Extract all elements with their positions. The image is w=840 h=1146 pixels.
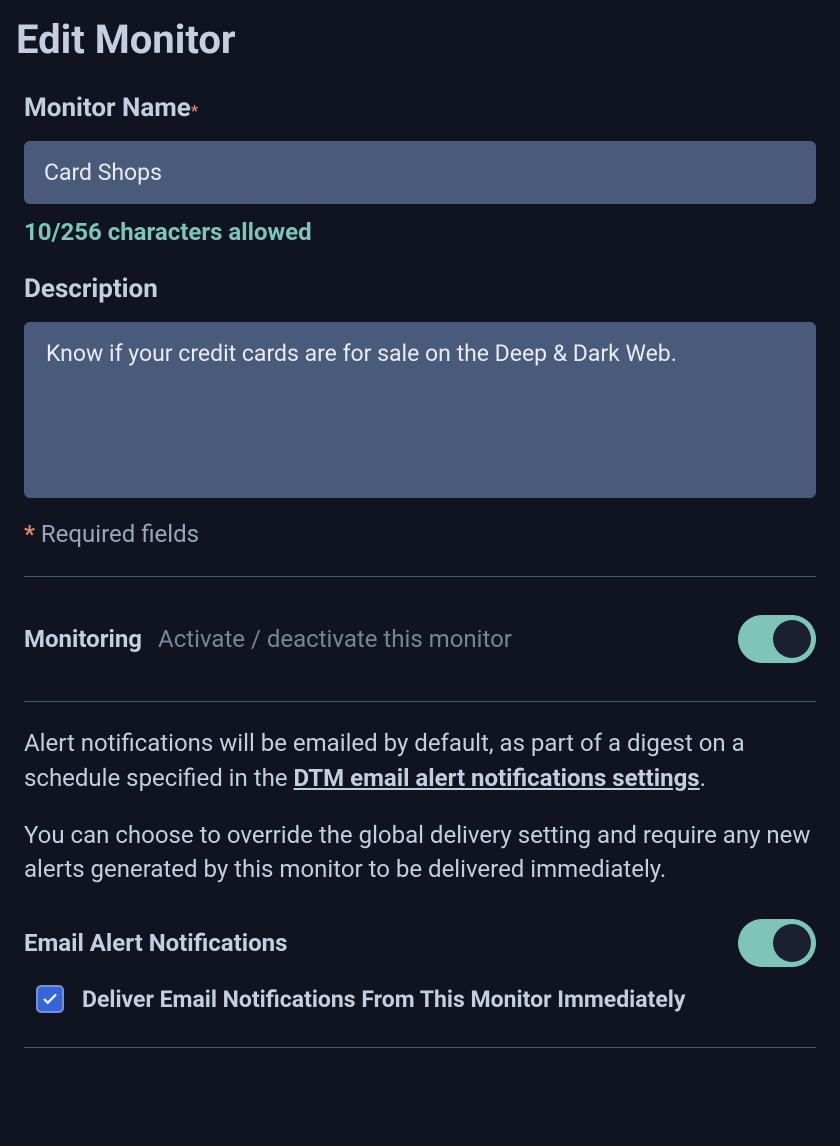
edit-monitor-form: Monitor Name* 10/256 characters allowed … bbox=[16, 93, 824, 1048]
monitor-name-label-row: Monitor Name* bbox=[24, 93, 816, 141]
alert-info-paragraph-1: Alert notifications will be emailed by d… bbox=[24, 726, 816, 796]
required-fields-note: * Required fields bbox=[24, 520, 816, 548]
monitoring-hint: Activate / deactivate this monitor bbox=[158, 625, 512, 653]
section-divider bbox=[24, 701, 816, 702]
deliver-immediately-checkbox[interactable] bbox=[36, 985, 64, 1013]
monitor-name-label: Monitor Name bbox=[24, 93, 191, 123]
required-asterisk-icon: * bbox=[24, 520, 35, 548]
section-divider bbox=[24, 1047, 816, 1048]
monitoring-toggle-row: Monitoring Activate / deactivate this mo… bbox=[24, 601, 816, 677]
deliver-immediately-row: Deliver Email Notifications From This Mo… bbox=[24, 985, 816, 1013]
monitoring-label: Monitoring bbox=[24, 625, 142, 653]
monitoring-label-group: Monitoring Activate / deactivate this mo… bbox=[24, 625, 512, 653]
required-asterisk-icon: * bbox=[191, 101, 198, 120]
deliver-immediately-label: Deliver Email Notifications From This Mo… bbox=[82, 986, 685, 1013]
section-divider bbox=[24, 576, 816, 577]
description-label: Description bbox=[24, 274, 158, 304]
alert-info-paragraph-2: You can choose to override the global de… bbox=[24, 818, 816, 888]
monitoring-toggle[interactable] bbox=[738, 615, 816, 663]
alert-info-suffix: . bbox=[700, 764, 706, 792]
description-textarea[interactable]: Know if your credit cards are for sale o… bbox=[24, 322, 816, 498]
email-notifications-label: Email Alert Notifications bbox=[24, 929, 287, 957]
monitor-name-char-counter: 10/256 characters allowed bbox=[24, 218, 816, 246]
toggle-knob bbox=[773, 620, 811, 658]
monitor-name-input[interactable] bbox=[24, 141, 816, 204]
required-fields-text: Required fields bbox=[35, 520, 199, 548]
monitor-name-field-group: Monitor Name* 10/256 characters allowed bbox=[24, 93, 816, 246]
email-notifications-header: Email Alert Notifications bbox=[24, 919, 816, 967]
description-field-group: Description Know if your credit cards ar… bbox=[24, 274, 816, 548]
page-title: Edit Monitor bbox=[16, 16, 824, 63]
dtm-settings-link[interactable]: DTM email alert notifications settings bbox=[293, 764, 699, 792]
email-notifications-toggle[interactable] bbox=[738, 919, 816, 967]
toggle-knob bbox=[773, 924, 811, 962]
checkmark-icon bbox=[41, 990, 59, 1008]
email-notifications-section: Email Alert Notifications Deliver Email … bbox=[24, 909, 816, 1023]
